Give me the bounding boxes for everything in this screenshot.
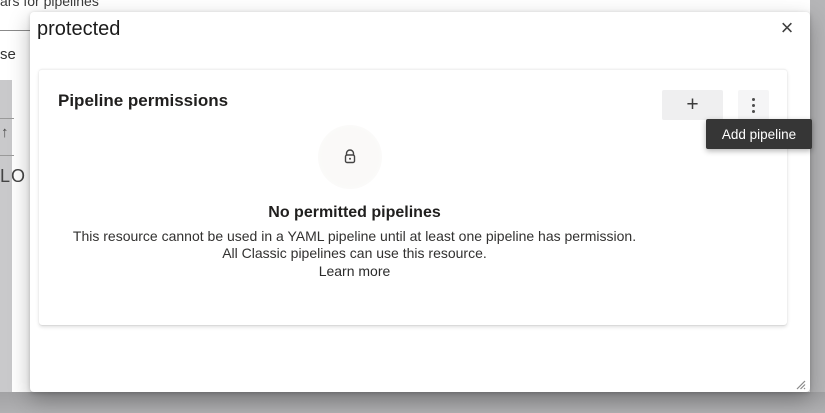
more-vertical-icon xyxy=(752,104,755,107)
background-text-fragment: se xyxy=(0,46,16,63)
empty-state-description: All Classic pipelines can use this resou… xyxy=(39,245,670,262)
empty-state-illustration xyxy=(318,125,382,189)
empty-state-description: This resource cannot be used in a YAML p… xyxy=(39,228,670,245)
plus-icon: + xyxy=(686,94,698,115)
lock-icon xyxy=(341,148,359,166)
dialog-title: protected xyxy=(37,18,120,41)
add-pipeline-tooltip: Add pipeline xyxy=(706,119,812,149)
pipeline-permissions-card: Pipeline permissions + No permitted pipe… xyxy=(39,69,787,325)
background-text-fragment: LO xyxy=(0,166,26,187)
background-page-text: ars for pipelines xyxy=(0,0,99,9)
background-arrow-fragment: ↑ xyxy=(1,124,9,141)
learn-more-link[interactable]: Learn more xyxy=(319,263,391,280)
resize-grip-icon[interactable] xyxy=(791,375,807,391)
card-heading: Pipeline permissions xyxy=(58,91,228,111)
empty-state-title: No permitted pipelines xyxy=(39,204,670,222)
close-icon[interactable]: × xyxy=(774,15,800,41)
empty-state: No permitted pipelines This resource can… xyxy=(39,204,670,281)
background-divider xyxy=(0,30,30,31)
more-vertical-icon xyxy=(752,98,755,101)
pipeline-permissions-dialog: protected × Pipeline permissions + xyxy=(30,12,810,392)
background-divider xyxy=(0,155,14,156)
more-vertical-icon xyxy=(752,110,755,113)
background-right-margin xyxy=(810,0,825,413)
background-divider xyxy=(0,118,14,119)
more-options-button[interactable] xyxy=(738,90,769,120)
background-bottom-margin xyxy=(0,392,825,413)
screen: ars for pipelines se ↑ LO protected × Pi… xyxy=(0,0,825,413)
add-pipeline-button[interactable]: + xyxy=(662,90,723,120)
